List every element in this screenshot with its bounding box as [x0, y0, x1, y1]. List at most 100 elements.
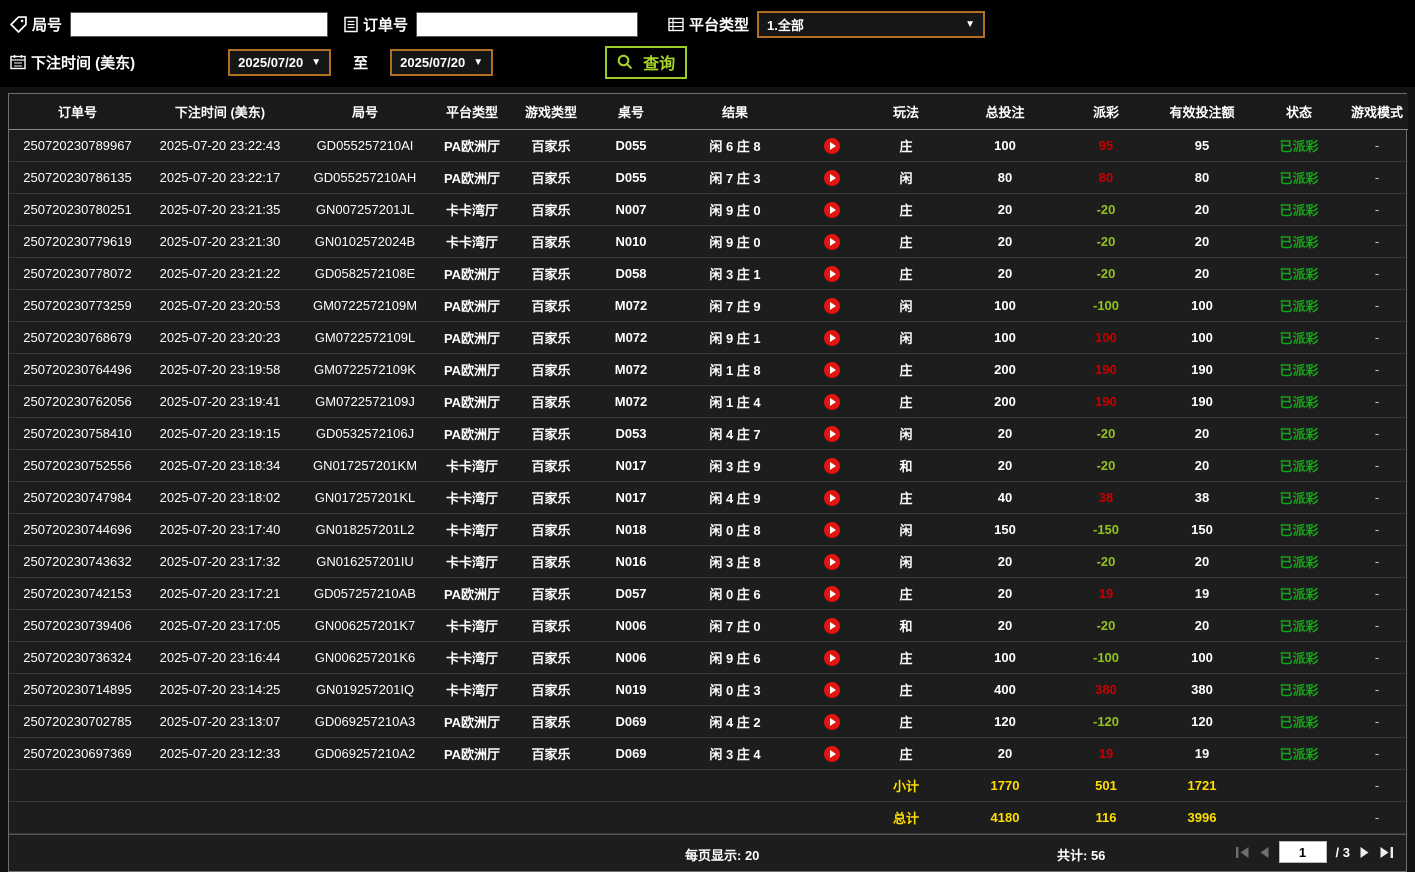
cell-result: 闲 7 庄 9	[668, 289, 802, 322]
prev-page-button[interactable]	[1259, 846, 1270, 859]
cell-result: 闲 9 庄 0	[668, 225, 802, 258]
cell-game_type: 百家乐	[508, 385, 594, 418]
next-page-button[interactable]	[1359, 846, 1370, 859]
order-no-input[interactable]	[416, 11, 639, 37]
cell-payout: -20	[1060, 225, 1152, 258]
play-icon-cell	[802, 321, 862, 354]
cell-game_no: GN019257201IQ	[294, 673, 436, 706]
cell-game_type: 百家乐	[508, 481, 594, 514]
cell-mode: -	[1346, 641, 1408, 674]
cell-table_no: D057	[594, 577, 668, 610]
cell-platform: PA欧洲厅	[436, 161, 508, 194]
cell-game_no: GN007257201JL	[294, 193, 436, 226]
cell-total_bet: 100	[950, 129, 1060, 162]
total-payout: 116	[1060, 801, 1152, 834]
cell-game_type: 百家乐	[508, 449, 594, 482]
cell-total_bet: 20	[950, 609, 1060, 642]
cell-result: 闲 3 庄 4	[668, 737, 802, 770]
play-icon[interactable]	[824, 553, 840, 570]
cell-order_no: 250720230702785	[9, 705, 146, 738]
play-icon[interactable]	[824, 649, 840, 666]
play-icon[interactable]	[824, 585, 840, 602]
play-icon-cell	[802, 513, 862, 546]
cell-result: 闲 0 庄 6	[668, 577, 802, 610]
cell-mode: -	[1346, 609, 1408, 642]
cell-table_no: M072	[594, 321, 668, 354]
list-icon	[668, 17, 684, 32]
play-icon[interactable]	[824, 489, 840, 506]
play-icon[interactable]	[824, 521, 840, 538]
play-icon[interactable]	[824, 457, 840, 474]
cell-mode: -	[1346, 673, 1408, 706]
cell-bet_time: 2025-07-20 23:20:53	[146, 289, 294, 322]
cell-payout: -20	[1060, 449, 1152, 482]
last-page-button[interactable]	[1379, 846, 1394, 859]
records-panel: 订单号 下注时间 (美东) 局号 平台类型 游戏类型 桌号 结果 玩法 总投注 派彩 有效投注额 状态…	[8, 93, 1408, 872]
cell-total_bet: 20	[950, 545, 1060, 578]
platform-select[interactable]: 1.全部 ▼	[757, 10, 986, 38]
table-row: 250720230789967 2025-07-20 23:22:43 GD0552…	[9, 129, 1408, 162]
cell-play_style: 庄	[862, 193, 950, 226]
search-icon	[617, 54, 633, 70]
cell-result: 闲 4 庄 9	[668, 481, 802, 514]
cell-result: 闲 7 庄 0	[668, 609, 802, 642]
cell-total_bet: 20	[950, 193, 1060, 226]
play-icon[interactable]	[824, 201, 840, 218]
total-valid-bet: 3996	[1152, 801, 1252, 834]
game-no-input[interactable]	[70, 11, 329, 37]
cell-platform: 卡卡湾厅	[436, 449, 508, 482]
page-number-input[interactable]	[1278, 841, 1327, 863]
cell-game_type: 百家乐	[508, 225, 594, 258]
cell-order_no: 250720230762056	[9, 385, 146, 418]
play-icon[interactable]	[824, 233, 840, 250]
play-icon-cell	[802, 577, 862, 610]
search-button-label: 查询	[643, 55, 676, 73]
play-icon[interactable]	[824, 425, 840, 442]
cell-mode: -	[1346, 417, 1408, 450]
play-icon-cell	[802, 129, 862, 162]
cell-valid_bet: 20	[1152, 545, 1252, 578]
cell-bet_time: 2025-07-20 23:16:44	[146, 641, 294, 674]
play-icon[interactable]	[824, 617, 840, 634]
play-icon[interactable]	[824, 265, 840, 282]
play-icon[interactable]	[824, 361, 840, 378]
cell-platform: 卡卡湾厅	[436, 513, 508, 546]
search-button[interactable]: 查询	[605, 45, 688, 79]
order-no-filter: 订单号	[344, 11, 639, 37]
cell-status: 已派彩	[1252, 673, 1346, 706]
cell-valid_bet: 120	[1152, 705, 1252, 738]
calendar-icon	[10, 54, 26, 70]
play-icon[interactable]	[824, 393, 840, 410]
column-header: 玩法	[862, 94, 950, 130]
date-to-select[interactable]: 2025/07/20 ▼	[390, 48, 494, 76]
per-page-label: 每页显示: 20	[685, 848, 760, 863]
first-page-button[interactable]	[1235, 846, 1250, 859]
play-icon[interactable]	[824, 745, 840, 762]
cell-valid_bet: 95	[1152, 129, 1252, 162]
cell-game_no: GM0722572109L	[294, 321, 436, 354]
play-icon[interactable]	[824, 329, 840, 346]
play-icon[interactable]	[824, 713, 840, 730]
table-row: 250720230786135 2025-07-20 23:22:17 GD0552…	[9, 161, 1408, 194]
cell-platform: PA欧洲厅	[436, 385, 508, 418]
cell-valid_bet: 20	[1152, 225, 1252, 258]
date-from-select[interactable]: 2025/07/20 ▼	[228, 48, 332, 76]
cell-valid_bet: 20	[1152, 417, 1252, 450]
cell-payout: -20	[1060, 545, 1152, 578]
play-icon-cell	[802, 545, 862, 578]
cell-play_style: 闲	[862, 545, 950, 578]
cell-status: 已派彩	[1252, 193, 1346, 226]
play-icon[interactable]	[824, 297, 840, 314]
play-icon[interactable]	[824, 169, 840, 186]
cell-status: 已派彩	[1252, 353, 1346, 386]
subtotal-total-bet: 1770	[950, 769, 1060, 802]
cell-status: 已派彩	[1252, 417, 1346, 450]
cell-bet_time: 2025-07-20 23:12:33	[146, 737, 294, 770]
cell-game_no: GN016257201IU	[294, 545, 436, 578]
play-icon[interactable]	[824, 681, 840, 698]
cell-bet_time: 2025-07-20 23:17:21	[146, 577, 294, 610]
play-icon[interactable]	[824, 137, 840, 154]
filter-row-1: 局号 订单号 平台类型 1.全部 ▼	[10, 7, 1405, 41]
cell-platform: 卡卡湾厅	[436, 641, 508, 674]
cell-status: 已派彩	[1252, 641, 1346, 674]
